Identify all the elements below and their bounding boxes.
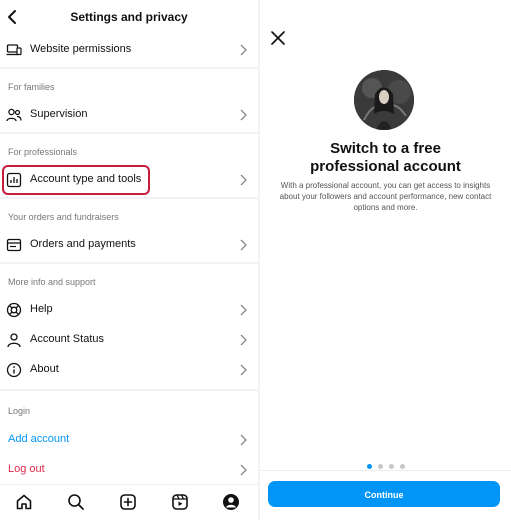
- help-label: Help: [30, 303, 53, 315]
- log-out-row[interactable]: Log out: [0, 455, 258, 485]
- chevron-right-icon: [240, 304, 247, 316]
- headline: Switch to a free professional account: [260, 140, 511, 176]
- add-account-label: Add account: [8, 433, 70, 445]
- page-dot[interactable]: [388, 464, 394, 469]
- section-divider: [0, 262, 258, 264]
- create-plus-icon[interactable]: [119, 493, 137, 511]
- settings-panel: Settings and privacy Website permissions…: [0, 0, 258, 520]
- section-label-professionals: For professionals: [8, 147, 78, 157]
- orders-payments-label: Orders and payments: [30, 238, 136, 250]
- profile-avatar: [354, 70, 414, 130]
- chevron-right-icon: [240, 434, 247, 446]
- section-label-orders: Your orders and fundraisers: [8, 212, 119, 222]
- section-divider: [0, 67, 258, 69]
- account-status-row[interactable]: Account Status: [0, 325, 258, 355]
- about-row[interactable]: About: [0, 355, 258, 385]
- profile-photo-illustration: [354, 70, 414, 130]
- chevron-right-icon: [240, 364, 247, 376]
- description-text: With a professional account, you can get…: [279, 181, 492, 212]
- section-divider: [0, 197, 258, 199]
- page-dot[interactable]: [377, 464, 383, 469]
- supervision-row[interactable]: Supervision: [0, 100, 258, 130]
- footer-divider: [260, 470, 511, 471]
- pagination-dots: [260, 456, 511, 474]
- reels-icon[interactable]: [171, 493, 189, 511]
- profile-avatar-icon[interactable]: [222, 493, 240, 511]
- chevron-right-icon: [240, 464, 247, 476]
- headline-line-2: professional account: [310, 158, 461, 175]
- chevron-right-icon: [240, 334, 247, 346]
- chevron-right-icon: [240, 109, 247, 121]
- person-icon: [7, 333, 21, 348]
- section-label-families: For families: [8, 82, 55, 92]
- section-divider: [0, 389, 258, 391]
- chevron-right-icon: [240, 239, 247, 251]
- website-permissions-label: Website permissions: [30, 43, 132, 55]
- log-out-label: Log out: [8, 463, 45, 475]
- add-account-row[interactable]: Add account: [0, 425, 258, 455]
- page-title: Settings and privacy: [70, 10, 188, 24]
- chevron-right-icon: [240, 174, 247, 186]
- supervision-label: Supervision: [30, 108, 88, 120]
- about-label: About: [30, 363, 59, 375]
- info-icon: [6, 362, 22, 378]
- website-permissions-row[interactable]: Website permissions: [0, 35, 258, 65]
- bottom-nav-bar: [0, 484, 258, 520]
- card-icon: [6, 238, 22, 252]
- home-icon[interactable]: [15, 493, 33, 511]
- professional-account-panel: Switch to a free professional account Wi…: [260, 0, 511, 520]
- help-row[interactable]: Help: [0, 295, 258, 325]
- continue-button[interactable]: Continue: [268, 481, 500, 507]
- lifebuoy-icon: [6, 302, 22, 318]
- section-divider: [0, 132, 258, 134]
- orders-payments-row[interactable]: Orders and payments: [0, 230, 258, 260]
- close-icon[interactable]: [270, 30, 286, 46]
- page-dot-active[interactable]: [366, 464, 372, 469]
- chevron-right-icon: [240, 44, 247, 56]
- account-status-label: Account Status: [30, 333, 104, 345]
- page-dot[interactable]: [399, 464, 405, 469]
- section-label-login: Login: [8, 406, 31, 416]
- search-icon[interactable]: [67, 493, 85, 511]
- devices-icon: [6, 44, 22, 56]
- top-bar: Settings and privacy: [0, 0, 258, 34]
- headline-line-1: Switch to a free: [330, 140, 441, 157]
- section-label-support: More info and support: [8, 277, 96, 287]
- highlight-outline: [2, 165, 150, 195]
- people-icon: [6, 108, 22, 122]
